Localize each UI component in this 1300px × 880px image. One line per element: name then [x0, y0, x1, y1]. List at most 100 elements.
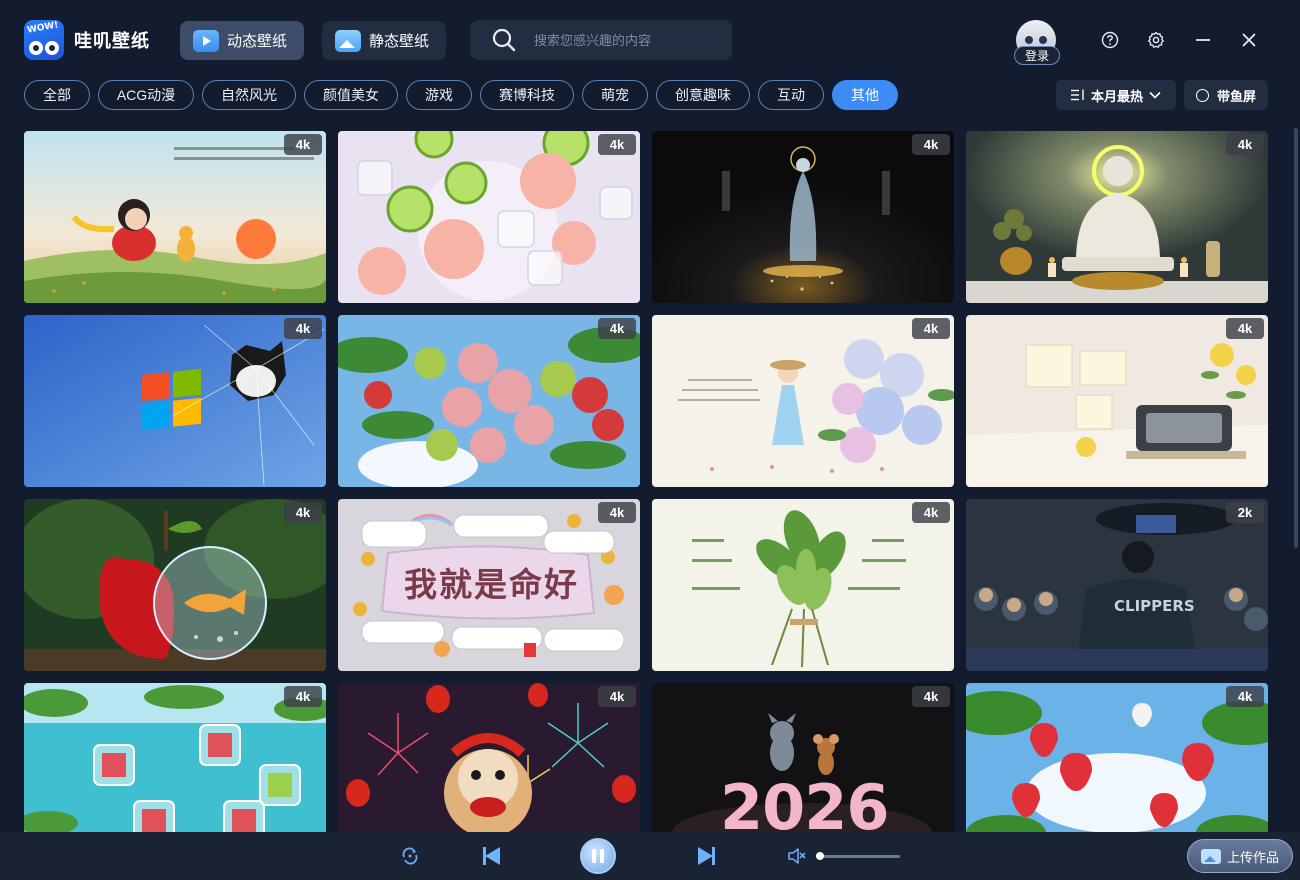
tab-dynamic-wallpaper[interactable]: 动态壁纸 — [180, 21, 304, 60]
sort-dropdown[interactable]: 本月最热 — [1056, 80, 1176, 110]
minimize-button[interactable] — [1191, 28, 1215, 52]
resolution-badge: 4k — [598, 686, 636, 707]
category-creative[interactable]: 创意趣味 — [656, 80, 750, 110]
wallpaper-card-fruit-ice[interactable]: 4k — [24, 683, 326, 855]
loop-icon — [402, 847, 418, 865]
mute-button[interactable] — [785, 844, 809, 868]
wallpaper-thumbnail — [338, 499, 640, 671]
app-name: 哇叽壁纸 — [74, 31, 150, 51]
wallpaper-card-tom-jerry[interactable]: 2026 4k — [652, 683, 954, 855]
pause-button[interactable] — [580, 838, 616, 874]
wallpaper-thumbnail — [966, 315, 1268, 487]
wallpaper-card-strawberries[interactable]: 4k — [966, 683, 1268, 855]
top-bar: WOW! 哇叽壁纸 动态壁纸 静态壁纸 登录 — [0, 0, 1300, 80]
resolution-badge: 4k — [1226, 134, 1264, 155]
category-label: 全部 — [43, 87, 71, 103]
tab-static-label: 静态壁纸 — [369, 33, 430, 50]
wallpaper-card-desk-notes[interactable]: 4k — [966, 315, 1268, 487]
wallpaper-thumbnail — [338, 683, 640, 855]
resolution-badge: 4k — [912, 134, 950, 155]
close-button[interactable] — [1237, 28, 1261, 52]
help-button[interactable] — [1098, 28, 1122, 52]
pause-icon — [592, 849, 596, 863]
wallpaper-thumbnail — [24, 499, 326, 671]
category-label: ACG动漫 — [116, 87, 176, 103]
player-bar — [0, 832, 1300, 880]
wallpaper-thumbnail — [652, 683, 954, 855]
category-label: 互动 — [777, 87, 805, 103]
volume-slider-handle[interactable] — [816, 852, 824, 860]
wallpaper-card-clippers[interactable]: CLIPPERS 2k — [966, 499, 1268, 671]
upload-label: 上传作品 — [1226, 849, 1279, 865]
category-all[interactable]: 全部 — [24, 80, 90, 110]
close-icon — [1242, 33, 1256, 47]
wallpaper-thumbnail — [966, 499, 1268, 671]
search-bar[interactable] — [470, 20, 732, 60]
category-label: 创意趣味 — [675, 87, 731, 103]
wallpaper-card-lucky-text[interactable]: 我就是命好 4k — [338, 499, 640, 671]
category-cyber[interactable]: 赛博科技 — [480, 80, 574, 110]
previous-button[interactable] — [480, 844, 504, 868]
sort-label: 本月最热 — [1090, 88, 1143, 104]
next-button[interactable] — [694, 844, 718, 868]
wallpaper-thumbnail — [652, 131, 954, 303]
wallpaper-card-buddha[interactable]: 4k — [966, 131, 1268, 303]
upload-button[interactable]: 上传作品 — [1187, 839, 1293, 873]
wallpaper-card-apple-fish[interactable]: 4k — [24, 499, 326, 671]
chevron-down-icon — [1149, 91, 1161, 99]
wallpaper-card-lion-dance[interactable]: 4k — [338, 683, 640, 855]
category-pets[interactable]: 萌宠 — [582, 80, 648, 110]
category-other[interactable]: 其他 — [832, 80, 898, 110]
next-icon — [698, 847, 715, 865]
search-icon[interactable] — [492, 28, 516, 52]
user-avatar[interactable]: 登录 — [1014, 20, 1060, 65]
sort-icon — [1070, 89, 1084, 101]
wallpaper-thumbnail — [338, 315, 640, 487]
category-interactive[interactable]: 互动 — [758, 80, 824, 110]
category-label: 赛博科技 — [499, 87, 555, 103]
logo-badge-icon: WOW! — [24, 20, 64, 60]
wallpaper-thumbnail — [24, 315, 326, 487]
category-nature[interactable]: 自然风光 — [202, 80, 296, 110]
resolution-badge: 4k — [912, 686, 950, 707]
wallpaper-thumbnail — [652, 499, 954, 671]
settings-button[interactable] — [1144, 28, 1168, 52]
wallpaper-thumbnail — [652, 315, 954, 487]
login-button[interactable]: 登录 — [1014, 46, 1060, 65]
wallpaper-thumbnail — [24, 131, 326, 303]
wallpaper-card-girl-cat[interactable]: 4k — [24, 131, 326, 303]
wallpaper-thumbnail — [966, 683, 1268, 855]
tab-static-wallpaper[interactable]: 静态壁纸 — [322, 21, 446, 60]
ultrawide-toggle[interactable]: 带鱼屏 — [1184, 80, 1268, 110]
video-icon — [193, 29, 219, 52]
category-beauty[interactable]: 颜值美女 — [304, 80, 398, 110]
wallpaper-card-peach-lime[interactable]: 4k — [338, 131, 640, 303]
volume-slider[interactable] — [818, 855, 900, 858]
category-acg[interactable]: ACG动漫 — [98, 80, 194, 110]
minimize-icon — [1196, 39, 1210, 41]
wallpaper-card-hydrangea[interactable]: 4k — [652, 315, 954, 487]
radio-icon[interactable] — [1195, 88, 1209, 102]
wallpaper-card-green-leaves[interactable]: 4k — [652, 499, 954, 671]
search-input[interactable] — [534, 32, 714, 48]
wallpaper-card-lychee[interactable]: 4k — [338, 315, 640, 487]
resolution-badge: 4k — [284, 686, 322, 707]
resolution-badge: 4k — [598, 134, 636, 155]
app-logo[interactable]: WOW! 哇叽壁纸 — [24, 20, 150, 60]
resolution-badge: 4k — [284, 502, 322, 523]
resolution-badge: 4k — [1226, 686, 1264, 707]
wallpaper-card-windows-cat[interactable]: 4k — [24, 315, 326, 487]
resolution-badge: 4k — [598, 318, 636, 339]
resolution-badge: 4k — [284, 318, 322, 339]
category-games[interactable]: 游戏 — [406, 80, 472, 110]
gear-icon — [1148, 31, 1164, 48]
previous-icon — [483, 847, 500, 865]
category-label: 萌宠 — [601, 87, 629, 103]
loop-button[interactable] — [398, 844, 422, 868]
volume-mute-icon — [788, 848, 806, 864]
resolution-badge: 4k — [598, 502, 636, 523]
grid-scrollbar[interactable] — [1294, 128, 1298, 548]
wallpaper-card-guanyin[interactable]: 4k — [652, 131, 954, 303]
category-label: 其他 — [851, 87, 879, 103]
wallpaper-thumbnail — [338, 131, 640, 303]
